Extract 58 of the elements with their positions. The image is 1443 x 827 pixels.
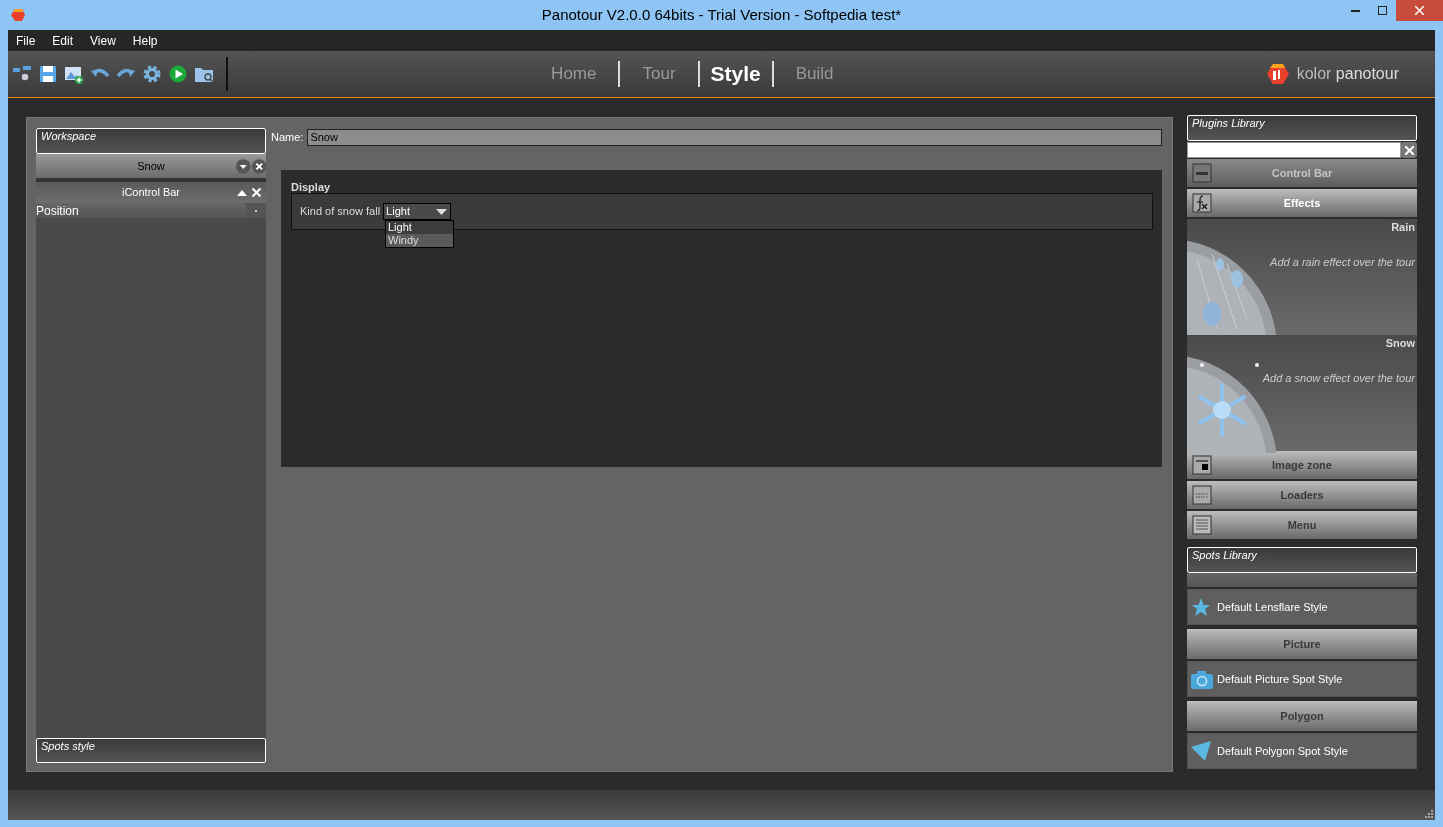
app-logo-icon <box>11 8 25 22</box>
plugins-library-header: Plugins Library <box>1187 115 1417 141</box>
effect-name[interactable]: Rain <box>1391 220 1415 234</box>
clear-search-button[interactable] <box>1401 142 1417 158</box>
panotour-logo-icon <box>1266 63 1289 85</box>
window-icon <box>1192 455 1212 475</box>
control-bar-icon <box>1192 163 1212 183</box>
menu-item[interactable]: View <box>90 31 116 50</box>
menu-item[interactable]: Help <box>132 31 158 50</box>
spot-group-header[interactable]: Polygon <box>1187 701 1417 731</box>
spot-style-item[interactable]: Default Polygon Spot Style <box>1187 733 1417 769</box>
name-field[interactable]: Snow <box>307 128 1162 146</box>
camera-icon <box>1191 669 1213 689</box>
close-icon <box>1404 145 1414 155</box>
spots-style-header: Spots style <box>36 738 266 763</box>
window-title: Panotour V2.0.0 64bits - Trial Version - Softpedia test* <box>540 4 903 25</box>
snow-fall-dropdown[interactable]: Light <box>383 203 452 220</box>
close-icon[interactable] <box>251 187 262 198</box>
expand-icon[interactable] <box>236 188 248 197</box>
function-icon <box>1192 193 1212 213</box>
spot-style-label: Default Polygon Spot Style <box>1217 743 1348 759</box>
search-field[interactable] <box>1187 142 1401 158</box>
nav-tab[interactable]: Style <box>699 58 772 90</box>
nav-tab[interactable]: Tour <box>620 61 698 87</box>
section-title: Display <box>291 180 332 193</box>
effect-name[interactable]: Snow <box>1385 336 1415 350</box>
add-image-icon[interactable] <box>64 64 84 84</box>
spot-style-label: Default Picture Spot Style <box>1217 671 1343 687</box>
minimize-icon <box>1351 9 1360 12</box>
spot-style-item[interactable]: Default Picture Spot Style <box>1187 661 1417 697</box>
menu-item[interactable]: Edit <box>52 31 74 50</box>
dropdown-option[interactable]: Windy <box>386 234 453 247</box>
menu-item[interactable]: File <box>16 31 36 50</box>
spot-style-item[interactable]: Default Lensflare Style <box>1187 589 1417 625</box>
close-icon <box>1415 6 1424 15</box>
spots-library-header: Spots Library <box>1187 547 1417 573</box>
field-label: Kind of snow fall <box>300 204 381 220</box>
spot-style-label: Default Lensflare Style <box>1217 599 1328 615</box>
spot-group-header[interactable]: Picture <box>1187 629 1417 659</box>
list-icon <box>1192 515 1212 535</box>
nav-tab[interactable]: Home <box>529 61 619 87</box>
triangle-icon <box>1191 741 1213 761</box>
nav-tab[interactable]: Build <box>773 61 856 87</box>
name-label: Name: <box>271 129 304 145</box>
effect-description: Add a snow effect over the tour <box>1261 372 1415 385</box>
maximize-icon <box>1378 6 1387 15</box>
brand-name: kolor panotour <box>1296 64 1399 84</box>
property-label: Position <box>36 202 80 220</box>
play-icon[interactable] <box>168 64 188 84</box>
effect-description: Add a rain effect over the tour <box>1268 256 1415 269</box>
collapse-icon[interactable] <box>236 158 251 174</box>
workspace-header: Workspace <box>36 128 266 154</box>
close-icon[interactable] <box>251 158 266 174</box>
settings-icon[interactable] <box>142 64 162 84</box>
dropdown-arrow-icon <box>436 208 448 215</box>
dropdown-option[interactable]: Light <box>386 221 453 234</box>
save-icon[interactable] <box>38 64 58 84</box>
resize-grip-icon[interactable] <box>1425 810 1433 818</box>
